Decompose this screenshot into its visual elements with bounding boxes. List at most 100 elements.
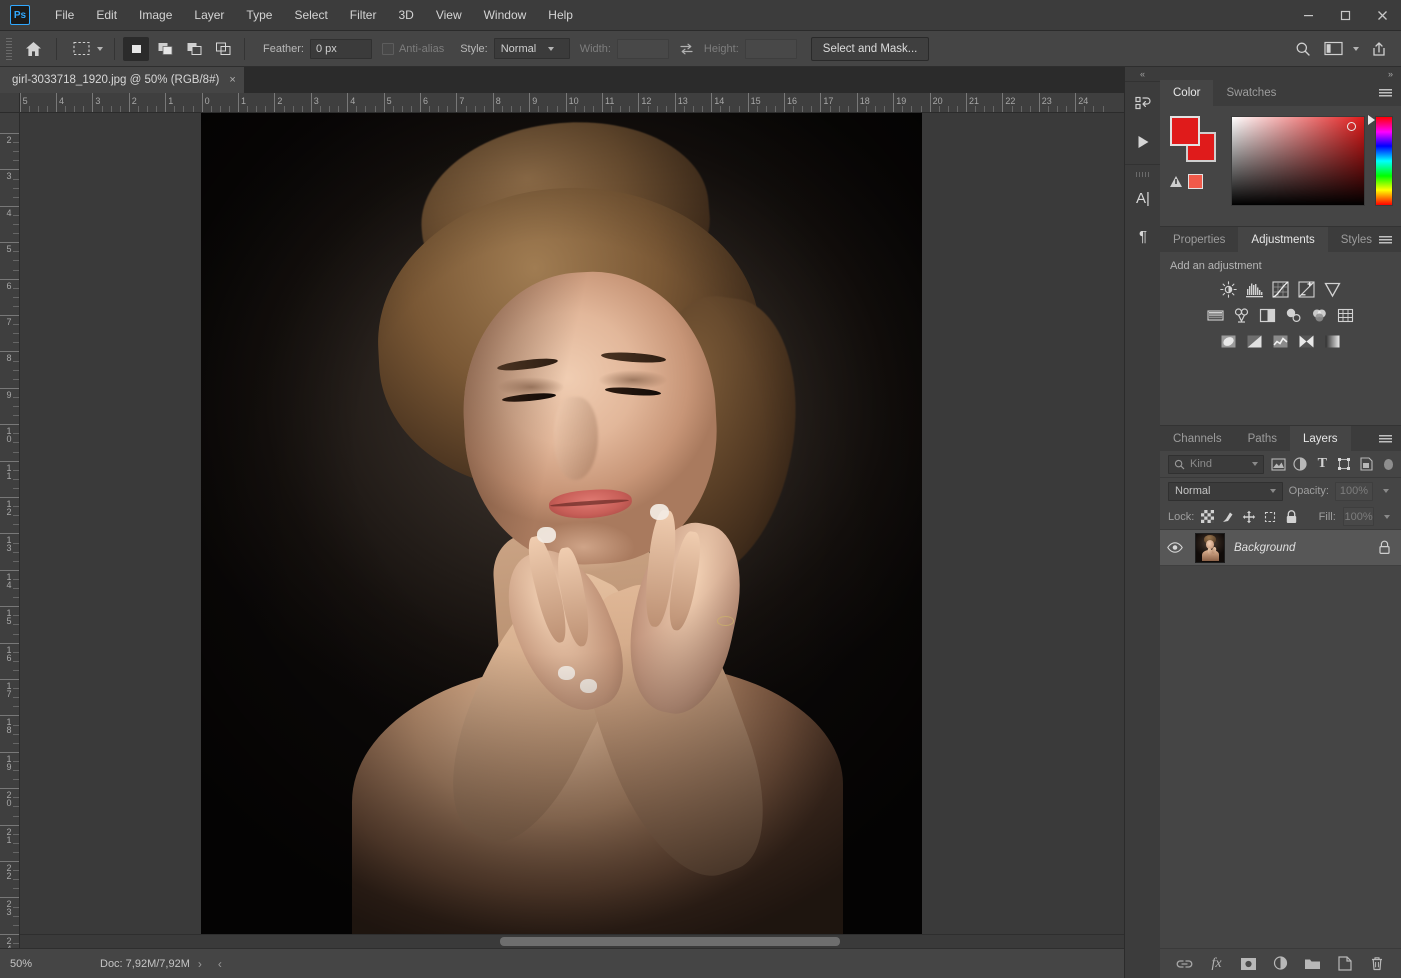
layer-style-fx-icon[interactable]: fx [1208, 955, 1226, 973]
chevron-down-icon[interactable] [97, 47, 103, 51]
tab-properties[interactable]: Properties [1160, 227, 1238, 252]
subtract-from-selection-button[interactable] [181, 37, 207, 61]
tab-channels[interactable]: Channels [1160, 426, 1235, 451]
posterize-icon[interactable] [1245, 332, 1264, 351]
menu-edit[interactable]: Edit [85, 0, 128, 31]
gamut-safe-color-swatch[interactable] [1188, 174, 1203, 189]
foreground-color-swatch[interactable] [1170, 116, 1200, 146]
image-viewport[interactable] [20, 113, 1146, 934]
history-icon[interactable] [1125, 85, 1161, 123]
new-layer-icon[interactable] [1336, 955, 1354, 973]
options-bar-grip[interactable] [6, 38, 12, 60]
menu-3d[interactable]: 3D [387, 0, 424, 31]
anti-alias-checkbox-box[interactable] [382, 43, 394, 55]
chevron-down-icon[interactable] [1349, 36, 1363, 62]
panel-menu-icon[interactable] [1375, 227, 1395, 253]
hue-slider[interactable] [1375, 116, 1393, 206]
menu-window[interactable]: Window [473, 0, 538, 31]
lock-position-icon[interactable] [1242, 509, 1256, 525]
exposure-icon[interactable] [1297, 280, 1316, 299]
swap-arrows-icon[interactable] [679, 42, 694, 56]
filter-type-icon[interactable]: T [1314, 455, 1330, 474]
opacity-value[interactable]: 100% [1335, 482, 1373, 501]
tab-layers[interactable]: Layers [1290, 426, 1351, 451]
tool-preset-picker[interactable] [65, 36, 106, 62]
workspace-icon[interactable] [1319, 36, 1347, 62]
close-icon[interactable] [1364, 0, 1401, 31]
filter-adjustment-icon[interactable] [1292, 455, 1308, 474]
lock-image-pixels-icon[interactable] [1221, 509, 1235, 525]
threshold-icon[interactable] [1271, 332, 1290, 351]
document-tab[interactable]: girl-3033718_1920.jpg @ 50% (RGB/8#) × [0, 67, 245, 93]
color-field[interactable] [1231, 116, 1366, 206]
horizontal-scrollbar[interactable] [20, 934, 1146, 948]
channel-mixer-icon[interactable] [1310, 306, 1329, 325]
layer-thumbnail[interactable] [1190, 533, 1230, 563]
status-prev-arrow[interactable]: ‹ [210, 957, 230, 971]
rectangular-marquee-icon[interactable] [68, 37, 94, 61]
lock-icon[interactable] [1367, 540, 1401, 555]
menu-layer[interactable]: Layer [183, 0, 235, 31]
layer-filter-kind-select[interactable]: Kind [1168, 455, 1264, 474]
color-balance-icon[interactable] [1232, 306, 1251, 325]
panel-menu-icon[interactable] [1375, 80, 1395, 106]
menu-select[interactable]: Select [283, 0, 338, 31]
lock-transparent-pixels-icon[interactable] [1201, 509, 1214, 525]
share-icon[interactable] [1365, 36, 1393, 62]
select-and-mask-button[interactable]: Select and Mask... [811, 37, 930, 61]
filter-enable-toggle[interactable] [1384, 459, 1393, 470]
brightness-contrast-icon[interactable] [1219, 280, 1238, 299]
filter-shape-icon[interactable] [1336, 455, 1352, 474]
hue-slider-marker[interactable] [1368, 115, 1375, 125]
fill-value[interactable]: 100% [1343, 507, 1375, 526]
status-next-arrow[interactable]: › [190, 957, 210, 971]
horizontal-ruler[interactable]: 5432101234567891011121314151617181920212… [20, 93, 1160, 113]
color-picker-cursor[interactable] [1347, 122, 1356, 131]
feather-input[interactable] [310, 39, 372, 59]
tab-swatches[interactable]: Swatches [1213, 80, 1289, 106]
color-lookup-icon[interactable] [1336, 306, 1355, 325]
vertical-ruler[interactable]: 23456789101112131415161718192021222324 [0, 113, 20, 948]
actions-play-icon[interactable] [1125, 123, 1161, 161]
tab-paths[interactable]: Paths [1235, 426, 1290, 451]
menu-help[interactable]: Help [537, 0, 584, 31]
gamut-warning-icon[interactable] [1170, 176, 1182, 187]
menu-image[interactable]: Image [128, 0, 183, 31]
add-to-selection-button[interactable] [152, 37, 178, 61]
style-select[interactable]: Normal [494, 38, 570, 59]
lock-all-icon[interactable] [1284, 509, 1297, 525]
ruler-corner[interactable] [0, 93, 20, 113]
gradient-map-icon[interactable] [1297, 332, 1316, 351]
height-input[interactable] [745, 39, 797, 59]
menu-filter[interactable]: Filter [339, 0, 388, 31]
close-icon[interactable]: × [229, 74, 235, 86]
black-and-white-icon[interactable] [1258, 306, 1277, 325]
chevron-down-icon[interactable] [1252, 462, 1258, 466]
table-row[interactable]: Background [1160, 530, 1401, 566]
levels-icon[interactable] [1245, 280, 1264, 299]
maximize-icon[interactable] [1327, 0, 1364, 31]
filter-smart-object-icon[interactable] [1359, 455, 1375, 474]
filter-pixel-icon[interactable] [1270, 455, 1286, 474]
zoom-level[interactable]: 50% [0, 958, 70, 970]
anti-alias-checkbox[interactable]: Anti-alias [382, 43, 444, 55]
menu-file[interactable]: File [44, 0, 85, 31]
minimize-icon[interactable] [1290, 0, 1327, 31]
selective-color-icon[interactable] [1323, 332, 1342, 351]
chevron-down-icon[interactable] [1379, 482, 1393, 501]
curves-icon[interactable] [1271, 280, 1290, 299]
invert-icon[interactable] [1219, 332, 1238, 351]
lock-artboard-nesting-icon[interactable] [1263, 509, 1277, 525]
panel-menu-icon[interactable] [1375, 426, 1395, 452]
link-layers-icon[interactable] [1176, 955, 1194, 973]
blend-mode-select[interactable]: Normal [1168, 482, 1283, 501]
menu-type[interactable]: Type [235, 0, 283, 31]
intersect-selection-button[interactable] [210, 37, 236, 61]
search-icon[interactable] [1289, 36, 1317, 62]
eye-icon[interactable] [1160, 542, 1190, 553]
character-panel-icon[interactable]: A| [1125, 179, 1161, 217]
new-group-icon[interactable] [1304, 955, 1322, 973]
photo-filter-icon[interactable] [1284, 306, 1303, 325]
paragraph-panel-icon[interactable]: ¶ [1125, 217, 1161, 255]
new-selection-button[interactable] [123, 37, 149, 61]
